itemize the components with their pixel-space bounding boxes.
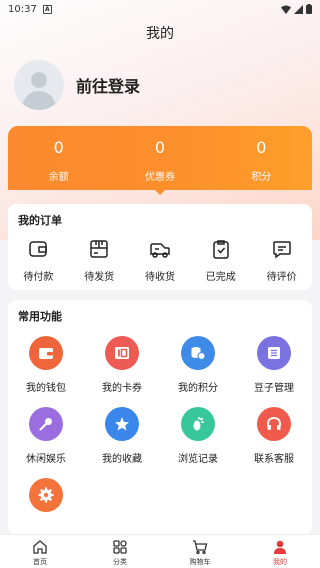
stat-label: 余额 [48,172,69,183]
stat-coupons[interactable]: 0 优惠券 [109,126,210,190]
feature-icon-circle [29,407,63,441]
feature-icon-circle [105,407,139,441]
truck-icon [150,243,170,258]
battery-icon [306,4,312,14]
coins-icon [191,347,206,360]
tab-label: 购物车 [189,558,211,566]
order-status-row: 待付款 待发货 待收货 已完成 待评价 [8,238,312,283]
feature-settings[interactable] [8,478,84,533]
feature-icon-circle [257,336,291,370]
features-title: 常用功能 [18,310,62,323]
feature-favorites[interactable]: 我的收藏 [84,407,160,465]
microphone-icon [39,418,52,431]
status-time: 10:37 [8,3,37,15]
feature-icon-circle [29,336,63,370]
feature-wallet[interactable]: 我的钱包 [8,336,84,394]
status-icons [281,4,312,14]
order-pending-shipment[interactable]: 待发货 [69,238,130,283]
order-item-label: 待发货 [84,272,115,283]
feature-points[interactable]: 我的积分 [160,336,236,394]
feature-label: 联系客服 [254,454,294,465]
signal-icon [294,4,303,14]
package-icon [90,240,108,258]
order-item-label: 待评价 [266,272,297,283]
feature-label: 我的钱包 [26,383,66,394]
orders-title: 我的订单 [18,214,62,227]
order-item-label: 待付款 [23,272,54,283]
order-item-label: 已完成 [205,272,236,283]
feature-icon-circle [181,336,215,370]
tab-label: 首页 [33,558,47,566]
user-icon [274,540,286,554]
cart-icon [193,540,208,555]
features-card: 常用功能 我的钱包 我的卡券 我的积分 豆子管理 休闲娱乐 我的收藏 浏览记录 … [8,300,312,534]
clipboard-check-icon [213,240,229,259]
stat-value: 0 [256,138,267,157]
order-completed[interactable]: 已完成 [190,238,251,283]
coupon-icon [115,347,129,359]
feature-customer-service[interactable]: 联系客服 [236,407,312,465]
feature-entertainment[interactable]: 休闲娱乐 [8,407,84,465]
feature-beans[interactable]: 豆子管理 [236,336,312,394]
tab-label: 分类 [113,558,127,566]
stats-card: 0 余额 0 优惠券 0 积分 [8,126,312,195]
feature-icon-circle [105,336,139,370]
tab-home[interactable]: 首页 [0,535,80,568]
page-title: 我的 [146,26,174,42]
feature-label: 浏览记录 [178,454,218,465]
profile-section[interactable]: 前往登录 [14,60,140,110]
feature-label: 我的卡券 [102,383,142,394]
avatar[interactable] [14,60,64,110]
star-icon [115,417,129,431]
feature-label: 我的积分 [178,383,218,394]
feature-history[interactable]: 浏览记录 [160,407,236,465]
wallet-icon [39,348,53,359]
bottom-tab-bar: 首页 分类 购物车 我的 [0,534,320,568]
footprint-icon [193,417,204,431]
stat-balance[interactable]: 0 余额 [8,126,109,190]
order-pending-payment[interactable]: 待付款 [8,238,69,283]
order-pending-review[interactable]: 待评价 [251,238,312,283]
stat-points[interactable]: 0 积分 [211,126,312,190]
settings-icon [38,487,54,503]
order-pending-receipt[interactable]: 待收货 [130,238,191,283]
stat-value: 0 [154,138,166,157]
category-icon [113,540,127,554]
feature-label: 休闲娱乐 [26,454,66,465]
stat-label: 优惠券 [144,172,175,183]
feature-icon-circle [29,478,63,512]
comment-icon [272,241,291,259]
home-icon [33,540,47,554]
notification-icon: A [42,4,52,14]
login-link[interactable]: 前往登录 [76,73,140,97]
headphones-icon [267,417,281,430]
status-bar: 10:37 A [0,0,320,18]
tab-category[interactable]: 分类 [80,535,160,568]
wifi-icon [281,5,291,14]
tab-label: 我的 [273,558,287,566]
stat-value: 0 [53,138,64,157]
orders-card: 我的订单 待付款 待发货 待收货 已完成 待评价 [8,204,312,290]
tab-mine[interactable]: 我的 [240,535,320,568]
stats-pointer [155,190,165,195]
tab-cart[interactable]: 购物车 [160,535,240,568]
feature-coupons[interactable]: 我的卡券 [84,336,160,394]
feature-icon-circle [257,407,291,441]
feature-label: 豆子管理 [254,383,294,394]
feature-label: 我的收藏 [102,454,142,465]
features-grid: 我的钱包 我的卡券 我的积分 豆子管理 休闲娱乐 我的收藏 浏览记录 联系客服 [8,336,312,533]
list-icon [268,347,280,359]
feature-icon-circle [181,407,215,441]
order-item-label: 待收货 [144,272,175,283]
stat-label: 积分 [251,172,272,183]
wallet-icon [29,241,48,257]
